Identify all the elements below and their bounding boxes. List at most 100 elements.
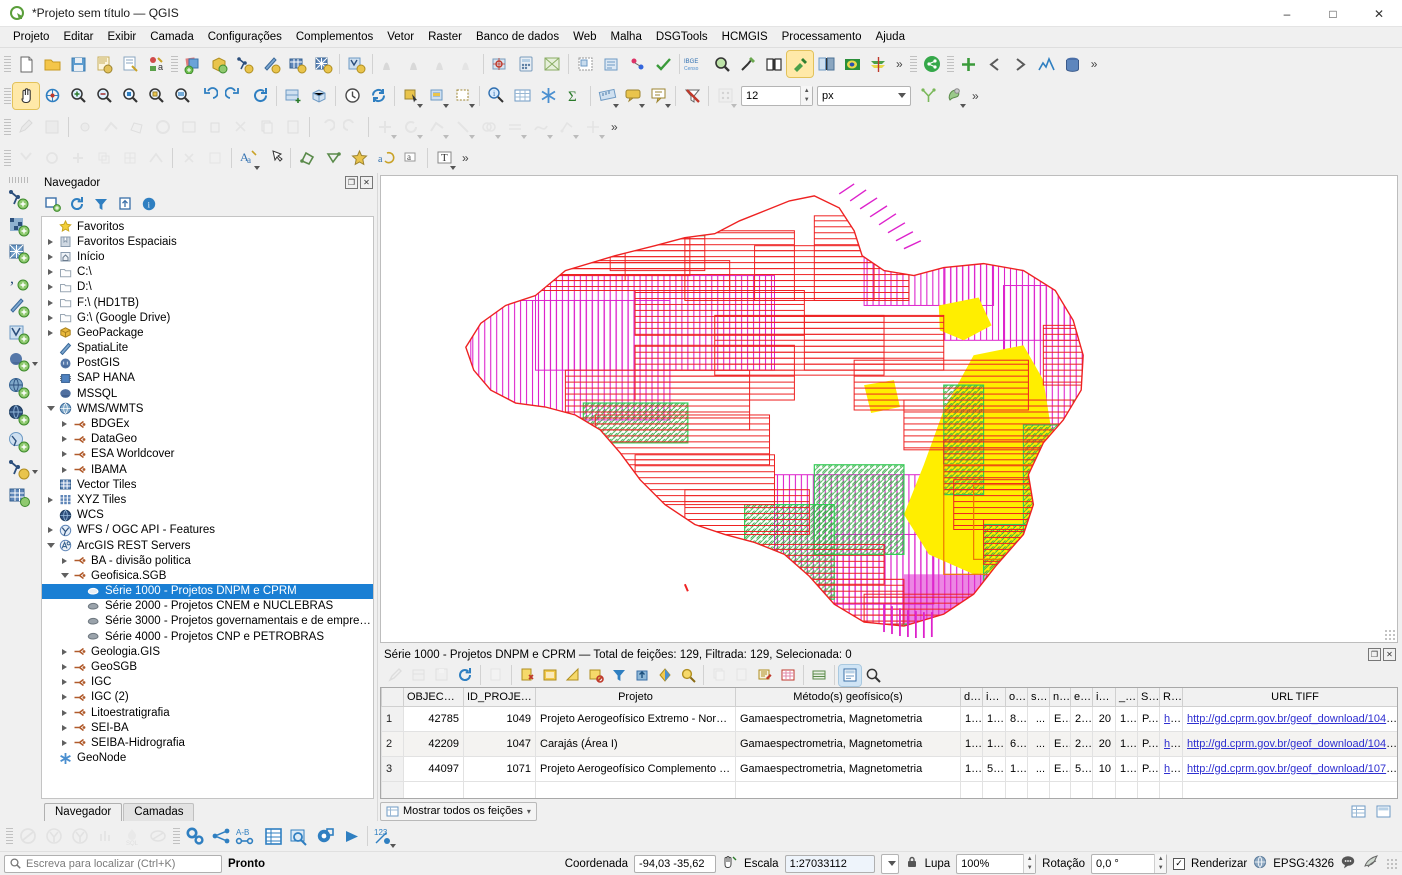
- save-project-icon[interactable]: [65, 51, 91, 77]
- spinner-arrows[interactable]: ▲ ▼: [1023, 854, 1036, 873]
- zoom-to-selection-icon[interactable]: [143, 83, 169, 109]
- column-header-url_tiff[interactable]: URL TIFF: [1182, 688, 1397, 707]
- sql-query-icon[interactable]: SQL: [119, 823, 145, 849]
- cell-empty[interactable]: [1070, 780, 1093, 798]
- chevron-down-icon[interactable]: [44, 543, 57, 549]
- redo-icon[interactable]: [339, 114, 365, 140]
- delete-selected-icon[interactable]: [202, 114, 228, 140]
- text-tool-icon[interactable]: T: [431, 145, 457, 171]
- attribute-table[interactable]: OBJECTID ID_PROJETO Projeto Método(s) geofí…: [381, 688, 1397, 798]
- chevron-right-icon[interactable]: [58, 664, 71, 671]
- statistical-summary-icon[interactable]: [535, 83, 561, 109]
- pan-map-icon[interactable]: [12, 81, 40, 110]
- reshape-features-icon[interactable]: [528, 114, 554, 140]
- browser-tree-item[interactable]: BDGEx: [42, 416, 373, 431]
- cell-c6[interactable]: 2...: [1070, 730, 1093, 757]
- menu-raster[interactable]: Raster: [421, 29, 469, 45]
- menu-camada[interactable]: Camada: [143, 29, 200, 45]
- rotate-feature-icon[interactable]: [398, 114, 424, 140]
- menu-configuracoes[interactable]: Configurações: [201, 29, 289, 45]
- add-line-feature-icon[interactable]: [98, 114, 124, 140]
- toolbar-overflow-icon[interactable]: »: [1086, 57, 1103, 71]
- simplify-feature-icon[interactable]: [424, 114, 450, 140]
- mapswipe-icon[interactable]: [865, 51, 891, 77]
- browser-tree-item[interactable]: Geofisica.SGB: [42, 568, 373, 583]
- cell-empty[interactable]: [1027, 780, 1050, 798]
- toolbar-grip[interactable]: [6, 826, 13, 846]
- zoom-to-layer-icon[interactable]: [169, 83, 195, 109]
- magnifier-spinner[interactable]: ▲▼: [956, 853, 1037, 874]
- cell-c3[interactable]: 8...: [1005, 705, 1028, 732]
- tab-camadas[interactable]: Camadas: [123, 803, 195, 821]
- layer-labeling-icon[interactable]: Aa: [235, 145, 261, 171]
- cell-objectid[interactable]: 42209: [403, 730, 464, 757]
- browser-tree-item[interactable]: IGC (2): [42, 690, 373, 705]
- add-feature-icon[interactable]: [485, 665, 507, 686]
- add-ring-icon[interactable]: [176, 114, 202, 140]
- copy-features-icon[interactable]: [254, 114, 280, 140]
- globe-icon[interactable]: [1253, 855, 1267, 872]
- new-geopackage-layer-icon[interactable]: [206, 51, 232, 77]
- toolbar-grip[interactable]: [173, 826, 180, 846]
- symbology-blob-icon[interactable]: [941, 83, 967, 109]
- toolbar-grip[interactable]: [4, 85, 11, 106]
- refresh-icon[interactable]: [247, 83, 273, 109]
- raster-histogram-icon[interactable]: [402, 51, 428, 77]
- browser-tree-item[interactable]: PostGIS: [42, 356, 373, 371]
- column-header-rownum[interactable]: [381, 688, 404, 707]
- georeferencer-tool-icon[interactable]: [286, 823, 312, 849]
- toggle-editing-icon[interactable]: [13, 114, 39, 140]
- table-row[interactable]: [381, 780, 1397, 798]
- pan-to-selection-icon[interactable]: [39, 83, 65, 109]
- column-header-metodo[interactable]: Método(s) geofísico(s): [735, 688, 961, 707]
- cell-empty[interactable]: [982, 780, 1006, 798]
- scale-field[interactable]: 1:27033112: [784, 854, 875, 873]
- toolbar-grip[interactable]: [4, 116, 11, 137]
- add-wcs-layer-icon[interactable]: [5, 401, 33, 428]
- chevron-right-icon[interactable]: [58, 679, 71, 686]
- url-pdf-link[interactable]: h...: [1164, 713, 1181, 725]
- cell-c7[interactable]: 20: [1092, 705, 1116, 732]
- symbol-unit-combo[interactable]: px: [817, 85, 911, 106]
- geometry-checker-icon[interactable]: [650, 51, 676, 77]
- table-row[interactable]: 2 42209 1047 Carajás (Área I) Gamaespectrome…: [381, 730, 1397, 757]
- table-row[interactable]: 3 44097 1071 Projeto Aerogeofísico Compleme…: [381, 755, 1397, 782]
- chevron-down-icon[interactable]: [44, 406, 57, 412]
- select-all-icon[interactable]: [539, 665, 561, 686]
- new-print-layout-icon[interactable]: [117, 51, 143, 77]
- decimal-places-icon[interactable]: 123: [371, 823, 397, 849]
- cell-c4[interactable]: ...: [1027, 755, 1050, 782]
- chevron-right-icon[interactable]: [58, 694, 71, 701]
- column-header-objectid[interactable]: OBJECTID: [403, 688, 464, 707]
- add-delimited-text-layer-icon[interactable]: ,: [5, 266, 33, 293]
- render-checkbox[interactable]: ✓: [1173, 857, 1186, 870]
- new-gpkg-table-icon[interactable]: [284, 51, 310, 77]
- new-spatialite-layer-icon[interactable]: [258, 51, 284, 77]
- toolbar-overflow-icon[interactable]: »: [967, 89, 984, 103]
- cell-c6[interactable]: 5...: [1070, 755, 1093, 782]
- vertex-tool-all-icon[interactable]: [554, 114, 580, 140]
- cell-id_projeto[interactable]: 1049: [463, 705, 536, 732]
- zoom-last-icon[interactable]: [195, 83, 221, 109]
- cell-url_tiff[interactable]: http://gd.cprm.gov.br/geof_download/1049…: [1182, 705, 1397, 732]
- highlight-pinned-icon[interactable]: [346, 145, 372, 171]
- cell-projeto[interactable]: Projeto Aerogeofísico Complemento do To.…: [535, 755, 736, 782]
- conditional-formatting-icon[interactable]: [777, 665, 799, 686]
- text-annotation-icon[interactable]: [646, 83, 672, 109]
- raster-stats-icon[interactable]: [428, 51, 454, 77]
- cell-metodo[interactable]: Gamaespectrometria, Magnetometria: [735, 755, 961, 782]
- add-wfs-layer-icon[interactable]: [5, 428, 33, 455]
- properties-info-icon[interactable]: i: [138, 194, 160, 215]
- select-by-value-icon[interactable]: [424, 83, 450, 109]
- menu-complementos[interactable]: Complementos: [289, 29, 380, 45]
- delete-selected-icon[interactable]: [516, 665, 538, 686]
- save-edits-icon[interactable]: [431, 665, 453, 686]
- column-header-id_projeto[interactable]: ID_PROJETO: [463, 688, 536, 707]
- cell-c8[interactable]: 1...: [1115, 705, 1138, 732]
- cell-c1[interactable]: 1...: [960, 705, 983, 732]
- toolbar-grip[interactable]: [4, 54, 11, 74]
- cell-projeto[interactable]: Carajás (Área I): [535, 730, 736, 757]
- field-calculator-icon[interactable]: [754, 665, 776, 686]
- merge-features-icon[interactable]: [476, 114, 502, 140]
- cell-c9[interactable]: P...: [1137, 705, 1160, 732]
